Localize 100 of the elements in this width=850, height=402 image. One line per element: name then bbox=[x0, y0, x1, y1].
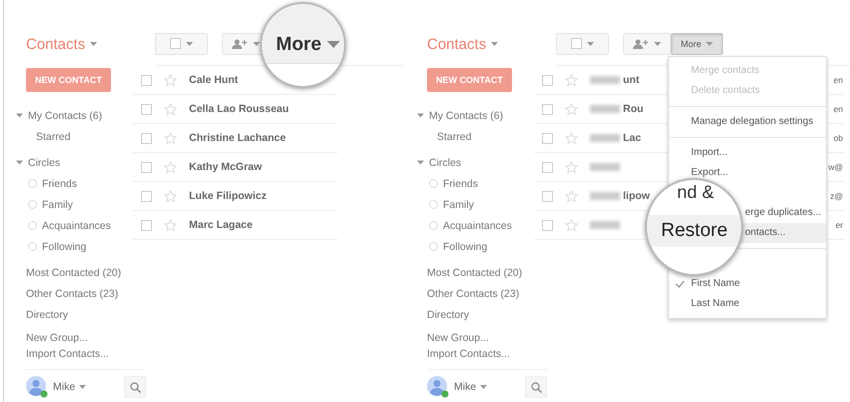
person-plus-icon bbox=[633, 38, 649, 48]
search-icon bbox=[530, 382, 542, 392]
star-icon[interactable] bbox=[565, 160, 578, 174]
star-icon[interactable] bbox=[164, 102, 177, 116]
contact-email: en bbox=[834, 104, 843, 114]
circle-icon bbox=[28, 179, 37, 188]
row-checkbox[interactable] bbox=[542, 132, 553, 144]
contact-name[interactable]: Luke Filipowicz bbox=[189, 190, 267, 202]
contact-name[interactable]: Cale Hunt bbox=[189, 74, 238, 86]
caret-icon bbox=[79, 385, 86, 389]
contact-name[interactable]: Kathy McGraw bbox=[189, 161, 262, 173]
row-checkbox[interactable] bbox=[542, 104, 553, 114]
row-checkbox[interactable] bbox=[141, 162, 152, 172]
sort-option[interactable]: First Name bbox=[669, 274, 826, 294]
person-plus-icon bbox=[232, 38, 248, 48]
circle-item[interactable]: Family bbox=[443, 198, 474, 210]
circle-icon bbox=[429, 179, 438, 188]
star-icon[interactable] bbox=[565, 102, 578, 116]
select-button[interactable] bbox=[556, 32, 609, 54]
sidebar-item[interactable]: Directory bbox=[26, 308, 68, 320]
row-checkbox[interactable] bbox=[141, 190, 152, 202]
star-icon[interactable] bbox=[164, 190, 177, 202]
user-name[interactable]: Mike bbox=[454, 381, 476, 393]
menu-item[interactable]: Import... bbox=[669, 143, 826, 163]
circle-item[interactable]: Acquaintances bbox=[42, 220, 111, 232]
contact-name[interactable]: Lac bbox=[623, 132, 642, 144]
circle-icon bbox=[429, 200, 438, 209]
row-checkbox[interactable] bbox=[542, 220, 553, 230]
sidebar-link[interactable]: Import Contacts... bbox=[427, 348, 510, 360]
sidebar-item[interactable]: Other Contacts (23) bbox=[26, 288, 118, 300]
sidebar-group[interactable]: My Contacts (6) bbox=[429, 110, 504, 122]
sidebar-item[interactable]: Starred bbox=[36, 130, 70, 142]
search-button[interactable] bbox=[525, 376, 547, 398]
sidebar-item[interactable]: Starred bbox=[437, 130, 472, 142]
star-icon[interactable] bbox=[164, 132, 177, 144]
caret-icon bbox=[491, 42, 498, 46]
circle-icon bbox=[429, 221, 438, 230]
select-button[interactable] bbox=[155, 32, 208, 54]
add-contact-button[interactable] bbox=[623, 32, 671, 54]
contact-name[interactable]: lipow bbox=[623, 190, 650, 202]
circle-icon bbox=[28, 242, 37, 251]
expanded-arrow-icon[interactable] bbox=[16, 112, 23, 118]
avatar-icon[interactable] bbox=[427, 376, 449, 398]
sidebar-link[interactable]: Import Contacts... bbox=[26, 348, 109, 360]
expanded-arrow-icon[interactable] bbox=[417, 158, 424, 166]
search-button[interactable] bbox=[124, 376, 146, 398]
star-icon[interactable] bbox=[164, 74, 177, 86]
star-icon[interactable] bbox=[164, 218, 177, 232]
contact-email: z@ bbox=[830, 191, 843, 201]
contacts-logo[interactable]: Contacts bbox=[26, 36, 86, 52]
sidebar-item[interactable]: Most Contacted (20) bbox=[427, 266, 522, 278]
expanded-arrow-icon[interactable] bbox=[417, 112, 424, 118]
contact-name[interactable]: unt bbox=[623, 74, 640, 86]
more-label: More bbox=[276, 34, 322, 56]
circle-item[interactable]: Following bbox=[42, 240, 86, 252]
sidebar-group[interactable]: Circles bbox=[429, 156, 462, 168]
row-checkbox[interactable] bbox=[141, 132, 152, 144]
star-icon[interactable] bbox=[565, 190, 578, 202]
circle-item[interactable]: Friends bbox=[443, 178, 478, 190]
circle-item[interactable]: Friends bbox=[42, 178, 78, 190]
row-checkbox[interactable] bbox=[141, 74, 152, 86]
sidebar-item[interactable]: Most Contacted (20) bbox=[26, 266, 122, 278]
row-checkbox[interactable] bbox=[542, 190, 553, 202]
star-icon[interactable] bbox=[565, 218, 578, 232]
more-button[interactable]: More bbox=[671, 32, 723, 54]
circle-item[interactable]: Family bbox=[42, 198, 73, 210]
sidebar-item[interactable]: Directory bbox=[427, 308, 470, 320]
caret-icon bbox=[587, 42, 594, 46]
expanded-arrow-icon[interactable] bbox=[16, 158, 23, 166]
row-checkbox[interactable] bbox=[141, 104, 152, 114]
sidebar-group[interactable]: My Contacts (6) bbox=[28, 110, 102, 122]
menu-item[interactable]: Export... bbox=[669, 163, 826, 183]
contact-name[interactable]: Cella Lao Rousseau bbox=[189, 103, 289, 115]
sidebar-link[interactable]: New Group... bbox=[427, 332, 489, 344]
star-icon[interactable] bbox=[565, 132, 578, 144]
sort-option[interactable]: Last Name bbox=[669, 294, 826, 314]
menu-item-text: nd & bbox=[677, 182, 714, 202]
contact-name[interactable]: Marc Lagace bbox=[189, 219, 253, 231]
circle-item[interactable]: Acquaintances bbox=[443, 220, 512, 232]
star-icon[interactable] bbox=[565, 74, 578, 86]
contact-email: en bbox=[834, 75, 843, 85]
row-checkbox[interactable] bbox=[141, 220, 152, 230]
contacts-logo[interactable]: Contacts bbox=[427, 36, 486, 52]
caret-icon bbox=[90, 42, 98, 46]
search-icon bbox=[130, 382, 140, 392]
checkbox-icon bbox=[571, 38, 582, 49]
sidebar-link[interactable]: New Group... bbox=[26, 332, 88, 344]
circle-item[interactable]: Following bbox=[443, 240, 488, 252]
sidebar-group[interactable]: Circles bbox=[28, 156, 60, 168]
avatar-icon[interactable] bbox=[26, 376, 48, 398]
circle-icon bbox=[28, 200, 37, 209]
star-icon[interactable] bbox=[164, 160, 177, 174]
menu-item[interactable]: Manage delegation settings bbox=[669, 112, 826, 132]
user-name[interactable]: Mike bbox=[53, 381, 76, 393]
sidebar-item[interactable]: Other Contacts (23) bbox=[427, 288, 520, 300]
contact-name[interactable]: Rou bbox=[623, 103, 644, 115]
row-checkbox[interactable] bbox=[542, 162, 553, 172]
contact-name[interactable]: Christine Lachance bbox=[189, 132, 286, 144]
row-checkbox[interactable] bbox=[542, 74, 553, 86]
contact-email: er bbox=[835, 220, 843, 230]
